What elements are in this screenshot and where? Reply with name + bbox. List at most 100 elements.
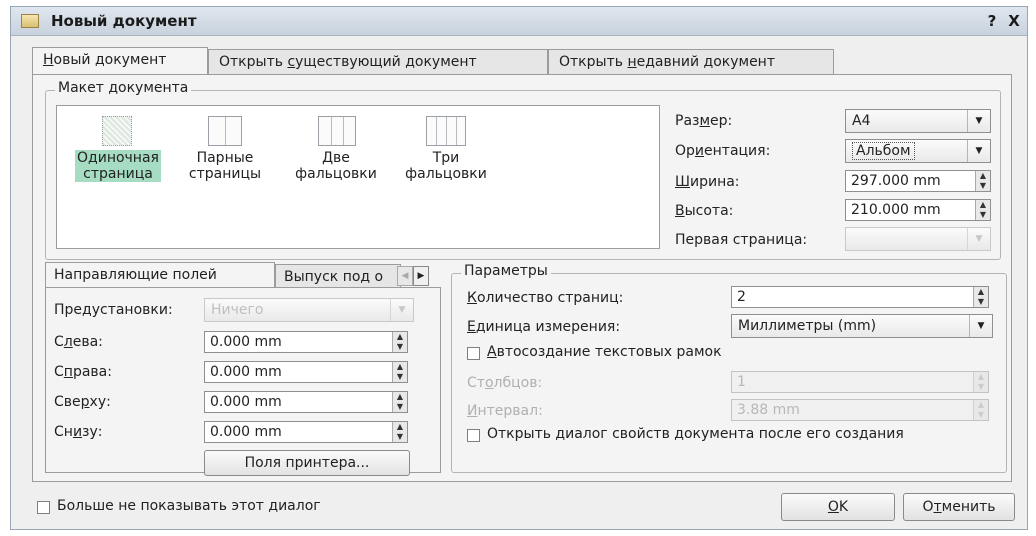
printer-margins-button[interactable]: Поля принтера...	[204, 450, 410, 476]
layout-facing-pages[interactable]: Парные страницы	[175, 116, 275, 182]
top-margin-input[interactable]: 0.000 mm ▲ ▼	[204, 391, 408, 413]
first-page-combo[interactable]: ▼	[845, 227, 991, 251]
top-margin-spin-icon[interactable]: ▲ ▼	[392, 392, 407, 412]
bottom-margin-input[interactable]: 0.000 mm ▲ ▼	[204, 421, 408, 443]
page-count-label-post: оличество страниц:	[476, 290, 624, 306]
tab-new-document[interactable]: Новый документ	[32, 47, 208, 75]
interval-input[interactable]: 3.88 mm ▲ ▼	[731, 399, 989, 421]
tab-margin-guides[interactable]: Направляющие полей	[45, 262, 275, 288]
facing-pages-icon	[208, 116, 242, 146]
autoframes-label-post: втосоздание текстовых рамок	[496, 344, 722, 360]
layout-single-page[interactable]: Одиночная страница	[67, 116, 169, 182]
open-properties-checkbox[interactable]	[467, 429, 480, 442]
layout-two-folds[interactable]: Две фальцовки	[281, 116, 391, 182]
close-button[interactable]: X	[1005, 12, 1023, 30]
cancel-button-mnemonic: т	[933, 499, 942, 515]
autoframes-label-mnemonic: А	[487, 344, 497, 360]
left-margin-label-mnemonic: л	[63, 334, 73, 350]
top-margin-value: 0.000 mm	[210, 394, 282, 410]
height-label-mnemonic: В	[675, 203, 685, 219]
layout-facing-pages-line1: Парные	[196, 150, 254, 166]
layout-three-folds-line1: Три	[432, 150, 460, 166]
right-margin-input[interactable]: 0.000 mm ▲ ▼	[204, 361, 408, 383]
chevron-down-icon[interactable]: ▼	[967, 140, 990, 162]
single-page-icon	[102, 116, 132, 146]
left-margin-input[interactable]: 0.000 mm ▲ ▼	[204, 331, 408, 353]
interval-label-post: нтервал:	[477, 403, 543, 419]
size-combo[interactable]: A4 ▼	[845, 109, 991, 133]
interval-spin-icon: ▲ ▼	[973, 400, 988, 420]
three-folds-icon	[426, 116, 466, 146]
width-label-mnemonic: Ш	[675, 174, 690, 190]
presets-combo[interactable]: Ничего ▼	[204, 298, 414, 322]
height-label: Высота:	[675, 203, 733, 219]
chevron-down-icon[interactable]: ▼	[967, 110, 990, 132]
cancel-button-label-pre: О	[922, 499, 934, 515]
tab-new-document-mnemonic: Н	[43, 52, 54, 68]
title-bar: Новый документ ? X	[11, 7, 1027, 36]
dont-show-checkbox[interactable]	[37, 501, 50, 514]
orientation-combo[interactable]: Альбом ▼	[845, 139, 991, 163]
parameters-group-title: Параметры	[461, 263, 551, 279]
page-count-input[interactable]: 2 ▲ ▼	[731, 286, 989, 308]
layout-single-page-line2: страница	[83, 166, 153, 182]
unit-value: Миллиметры (mm)	[738, 318, 877, 334]
bottom-margin-label-post: зу:	[82, 424, 103, 440]
unit-label-mnemonic: Е	[467, 319, 476, 335]
ok-button[interactable]: OK	[781, 493, 895, 521]
page-count-label-mnemonic: К	[467, 290, 477, 306]
chevron-down-icon: ▼	[967, 228, 990, 250]
layout-three-folds[interactable]: Три фальцовки	[393, 116, 499, 182]
left-margin-spin-icon[interactable]: ▲ ▼	[392, 332, 407, 352]
orientation-value: Альбом	[852, 142, 915, 160]
left-margin-value: 0.000 mm	[210, 334, 282, 350]
autoframes-checkbox[interactable]	[467, 347, 480, 360]
first-page-label: Первая страница:	[675, 232, 808, 248]
tab-open-recent[interactable]: Открыть недавний документ	[548, 49, 834, 75]
bottom-margin-spin-icon[interactable]: ▲ ▼	[392, 422, 407, 442]
width-input[interactable]: 297.000 mm ▲ ▼	[845, 170, 991, 192]
bottom-margin-label: Снизу:	[54, 424, 103, 440]
columns-value: 1	[737, 374, 746, 390]
unit-combo[interactable]: Миллиметры (mm) ▼	[731, 314, 993, 338]
unit-label-post: диница измерения:	[475, 319, 621, 335]
size-label: Размер:	[675, 113, 732, 129]
tab-open-existing[interactable]: Открыть существующий документ	[208, 49, 548, 75]
orientation-label-mnemonic: и	[694, 143, 705, 159]
orientation-label-post: ентация:	[704, 143, 771, 159]
bottom-margin-label-pre: Сн	[54, 424, 73, 440]
tab-new-document-label: овый документ	[53, 52, 167, 68]
scroll-left-icon[interactable]: ◀	[397, 266, 413, 286]
left-margin-label: Слева:	[54, 334, 103, 350]
cancel-button[interactable]: Отменить	[903, 493, 1015, 521]
columns-input[interactable]: 1 ▲ ▼	[731, 371, 989, 393]
width-spin-icon[interactable]: ▲ ▼	[975, 171, 990, 191]
height-input[interactable]: 210.000 mm ▲ ▼	[845, 199, 991, 221]
interval-value: 3.88 mm	[737, 402, 800, 418]
width-label: Ширина:	[675, 174, 740, 190]
right-margin-spin-icon[interactable]: ▲ ▼	[392, 362, 407, 382]
autoframes-label: Автосоздание текстовых рамок	[487, 344, 722, 360]
page-count-spin-icon[interactable]: ▲ ▼	[973, 287, 988, 307]
top-margin-label-post: ху:	[89, 394, 111, 410]
height-spin-icon[interactable]: ▲ ▼	[975, 200, 990, 220]
new-document-panel: Макет документа Одиночная страница Парны…	[32, 74, 1012, 482]
left-margin-label-pre: С	[54, 334, 64, 350]
window-title: Новый документ	[51, 12, 197, 30]
layout-list[interactable]: Одиночная страница Парные страницы Две ф…	[56, 105, 660, 249]
tab-open-existing-label: уществующий документ	[295, 54, 477, 70]
columns-label: Столбцов:	[467, 375, 542, 391]
scroll-right-icon[interactable]: ▶	[413, 266, 429, 286]
tab-open-recent-label: едавний документ	[636, 54, 775, 70]
top-margin-label: Сверху:	[54, 394, 111, 410]
ok-button-mnemonic: O	[827, 499, 839, 515]
tab-open-recent-mnemonic: н	[627, 54, 637, 70]
orientation-label: Ориентация:	[675, 143, 770, 159]
columns-label-post: лбцов:	[493, 375, 543, 391]
width-value: 297.000 mm	[851, 173, 941, 189]
chevron-down-icon[interactable]: ▼	[969, 315, 992, 337]
help-button[interactable]: ?	[983, 12, 1001, 30]
columns-label-mnemonic: о	[484, 375, 494, 391]
columns-label-pre: Ст	[467, 375, 485, 391]
height-label-post: ысота:	[684, 203, 734, 219]
